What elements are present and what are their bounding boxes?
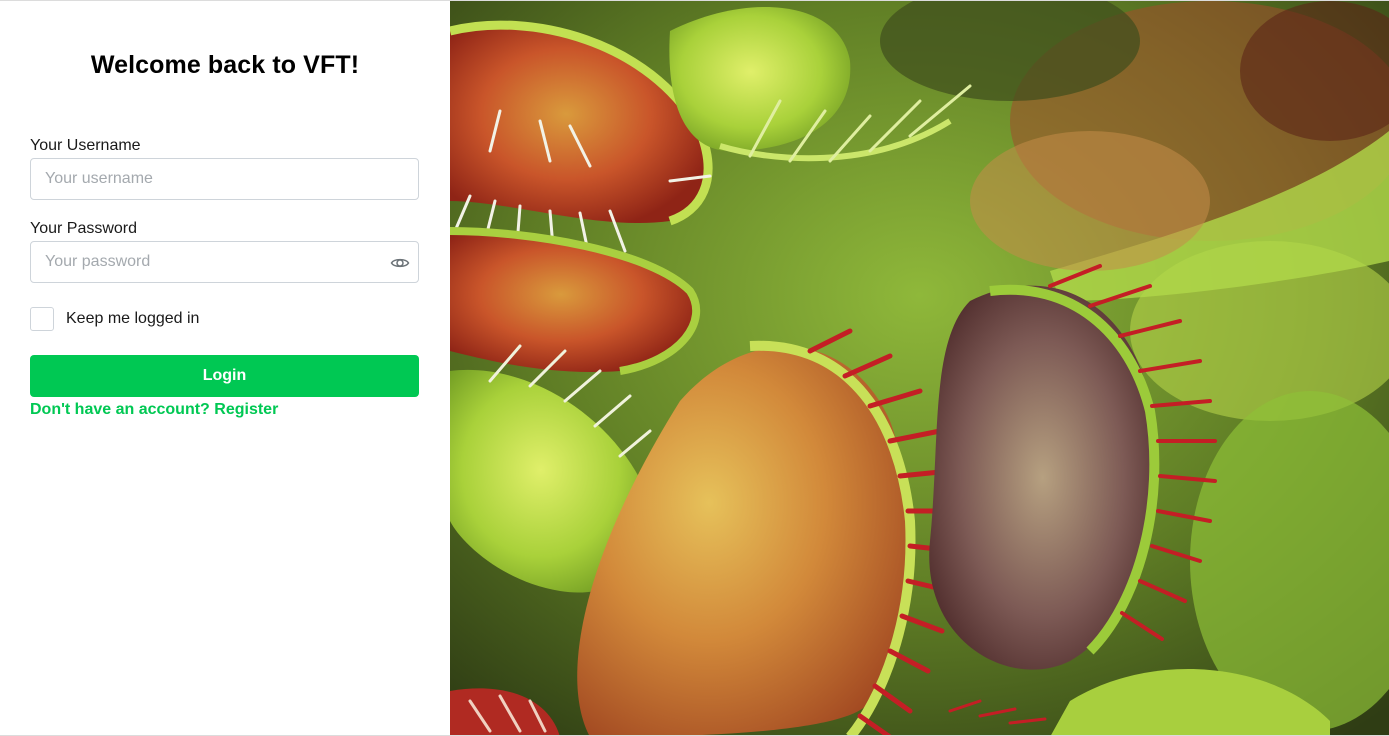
remember-me-label[interactable]: Keep me logged in	[66, 310, 199, 328]
venus-flytrap-illustration	[450, 1, 1389, 735]
remember-me-checkbox[interactable]	[30, 307, 54, 331]
page-title: Welcome back to VFT!	[90, 51, 360, 79]
login-page: Welcome back to VFT! Your Username Your …	[0, 0, 1389, 736]
username-field-wrapper	[30, 158, 419, 200]
password-label: Your Password	[30, 220, 138, 237]
password-field-wrapper	[30, 241, 419, 283]
login-button[interactable]: Login	[30, 355, 419, 397]
register-link[interactable]: Don't have an account? Register	[30, 401, 278, 419]
eye-icon[interactable]	[390, 253, 410, 273]
remember-me-row: Keep me logged in	[30, 307, 199, 331]
hero-plant-image	[450, 1, 1389, 735]
username-label: Your Username	[30, 137, 141, 154]
username-input[interactable]	[31, 159, 418, 199]
login-form-panel: Welcome back to VFT! Your Username Your …	[0, 1, 450, 735]
password-input[interactable]	[31, 242, 418, 282]
